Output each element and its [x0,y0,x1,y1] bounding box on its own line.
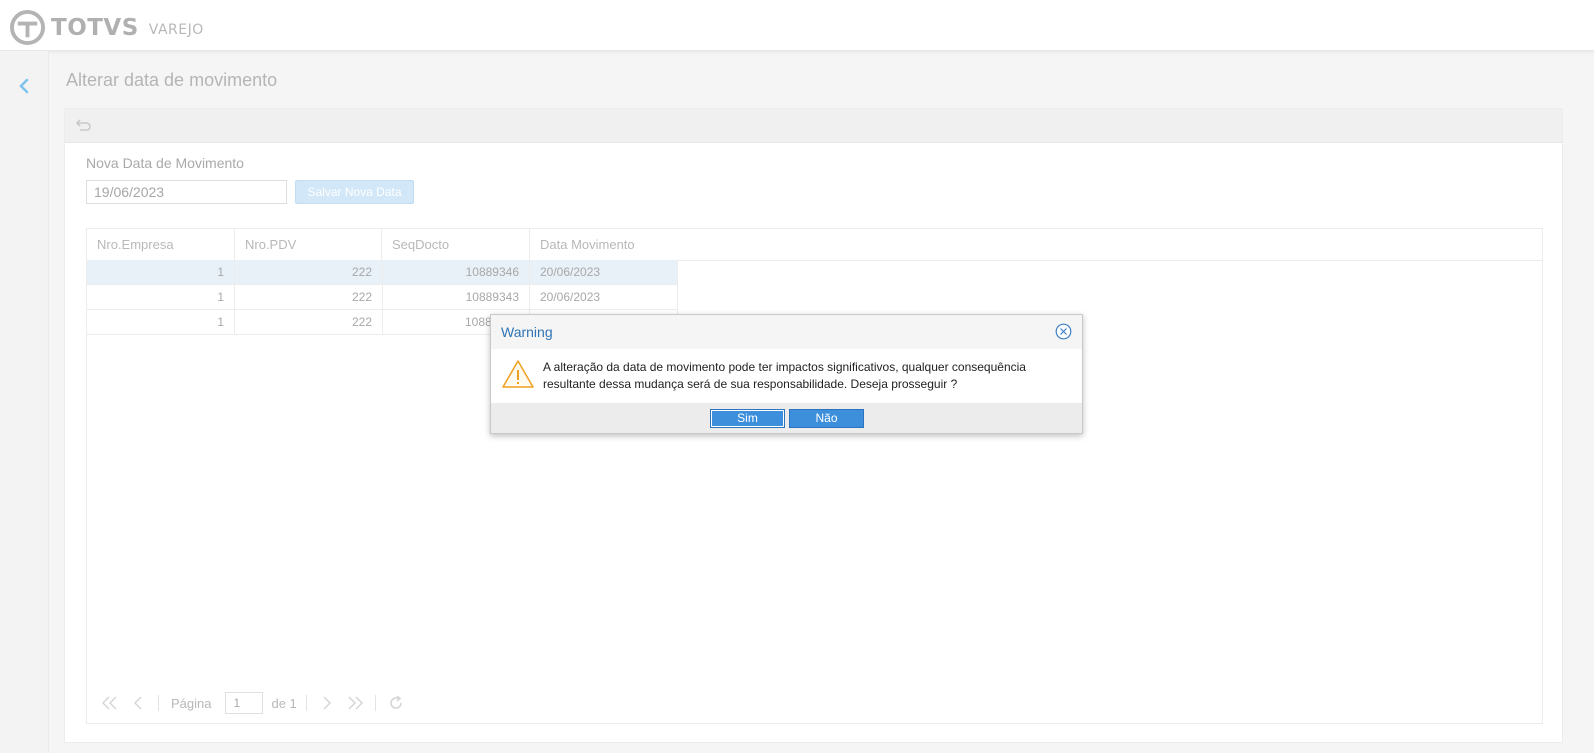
next-page-button[interactable] [316,693,338,713]
column-header-nro-empresa[interactable]: Nro.Empresa [87,229,235,260]
dialog-title: Warning [501,324,553,340]
cell-nro-pdv: 222 [235,285,383,309]
column-header-seqdocto[interactable]: SeqDocto [382,229,530,260]
last-page-button[interactable] [344,693,366,713]
first-page-button[interactable] [99,693,121,713]
chevron-left-icon [19,78,29,94]
warning-dialog: Warning A alteração da data de movimento… [490,314,1083,434]
page-number-input[interactable] [225,692,264,714]
cell-data-movimento: 20/06/2023 [530,260,678,284]
left-rail [0,51,49,753]
refresh-icon [390,695,402,709]
undo-icon [75,119,91,131]
double-chevron-right-icon [348,696,363,710]
prev-page-button[interactable] [127,693,149,713]
yes-button[interactable]: Sim [710,409,785,428]
cell-data-movimento: 20/06/2023 [530,285,678,309]
cell-nro-pdv: 222 [235,260,383,284]
refresh-button[interactable] [385,693,407,713]
cell-nro-pdv: 222 [235,310,383,334]
page-title: Alterar data de movimento [66,70,278,90]
pagination-bar: Página de 1 [99,691,407,715]
column-header-data-movimento[interactable]: Data Movimento [530,229,678,260]
pager-separator [305,695,307,711]
undo-button[interactable] [75,117,93,138]
chevron-right-icon [323,696,331,710]
double-chevron-left-icon [101,696,117,710]
cell-seqdocto: 10889343 [383,285,530,309]
column-header-nro-pdv[interactable]: Nro.PDV [235,229,382,260]
pager-separator [158,695,159,711]
grid-header: Nro.Empresa Nro.PDV SeqDocto Data Movime… [87,229,1542,261]
close-icon [1055,323,1072,340]
chevron-left-icon [133,696,142,710]
save-new-date-button[interactable]: Salvar Nova Data [295,180,414,204]
cell-seqdocto: 10889346 [383,260,530,284]
back-button[interactable] [14,74,34,98]
dialog-header: Warning [491,315,1082,349]
totvs-logo: TOTVS VAREJO [10,10,204,45]
table-row[interactable]: 1 222 10889343 20/06/2023 [87,285,678,310]
new-date-label: Nova Data de Movimento [86,155,244,171]
table-row[interactable]: 1 222 10889346 20/06/2023 [87,260,678,285]
no-button[interactable]: Não [789,409,864,428]
cell-nro-empresa: 1 [87,285,235,309]
page-count-label: de 1 [271,695,297,711]
top-bar: TOTVS VAREJO [0,0,1594,51]
new-date-input[interactable] [86,180,287,204]
data-grid: Nro.Empresa Nro.PDV SeqDocto Data Movime… [86,228,1543,724]
dialog-close-button[interactable] [1055,323,1072,340]
dialog-footer: Sim Não [491,403,1082,433]
brand-name: TOTVS [51,14,139,41]
warning-icon [501,359,535,394]
toolbar [65,109,1562,143]
brand-product: VAREJO [148,21,204,38]
page-label: Página [171,695,212,711]
cell-nro-empresa: 1 [87,310,235,334]
pager-separator [374,695,376,711]
totvs-logo-icon [10,10,45,45]
cell-nro-empresa: 1 [87,260,235,284]
dialog-message: A alteração da data de movimento pode te… [543,360,1026,391]
